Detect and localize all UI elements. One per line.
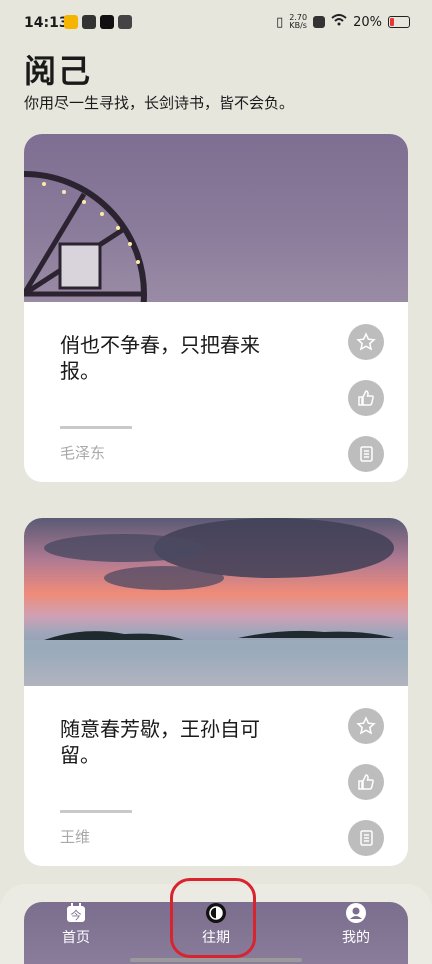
page-title: 阅己 [24,52,93,90]
user-icon [345,902,367,924]
quote-divider [60,426,132,429]
calendar-icon-glyph: 今 [71,908,82,922]
quote-card[interactable]: 随意春芳歇，王孙自可留。 王维 [24,518,408,866]
battery-icon [388,16,410,28]
home-indicator[interactable] [130,958,302,962]
quote-text: 俏也不争春，只把春来报。 [60,333,260,383]
status-right: ▯ 2.70 KB/s 20% [276,14,410,30]
net-speed: 2.70 KB/s [289,14,307,30]
like-button[interactable] [348,764,384,800]
favorite-button[interactable] [348,708,384,744]
status-time: 14:13 [24,15,69,31]
annotation-highlight-ring [170,878,256,958]
nav-home[interactable]: 今 首页 [41,902,111,947]
star-icon [356,716,376,735]
vibrate-icon: ▯ [276,14,284,30]
nav-me[interactable]: 我的 [321,902,391,947]
wifi-icon [331,14,347,30]
nav-home-label: 首页 [62,930,90,946]
card-photo-sunset-sea [24,518,408,686]
nav-me-label: 我的 [342,930,370,946]
quote-text: 随意春芳歇，王孙自可留。 [60,717,260,767]
quote-author: 王维 [60,828,91,846]
card-photo-ferris-wheel [24,134,408,417]
like-button[interactable] [348,380,384,416]
thumbs-up-icon [358,774,374,790]
calendar-icon: 今 [65,902,87,924]
status-bar: 14:13 ▯ 2.70 KB/s 20% [0,0,432,44]
weibo-icon [64,15,78,29]
star-icon [356,332,376,351]
page-subtitle: 你用尽一生寻找，长剑诗书，皆不会负。 [24,94,295,112]
app-icon [82,15,96,29]
copy-button[interactable] [348,436,384,472]
thumbs-up-icon [358,390,374,406]
quote-author: 毛泽东 [60,444,106,462]
copy-button[interactable] [348,820,384,856]
tiktok-icon [100,15,114,29]
favorite-button[interactable] [348,324,384,360]
battery-percent: 20% [353,14,382,30]
message-icon [118,15,132,29]
quote-divider [60,810,132,813]
sim-off-icon [313,16,326,28]
notification-icons [64,15,132,29]
quote-card[interactable]: 俏也不争春，只把春来报。 毛泽东 [24,134,408,482]
document-icon [360,446,373,462]
net-speed-unit: KB/s [289,21,307,30]
document-icon [360,830,373,846]
